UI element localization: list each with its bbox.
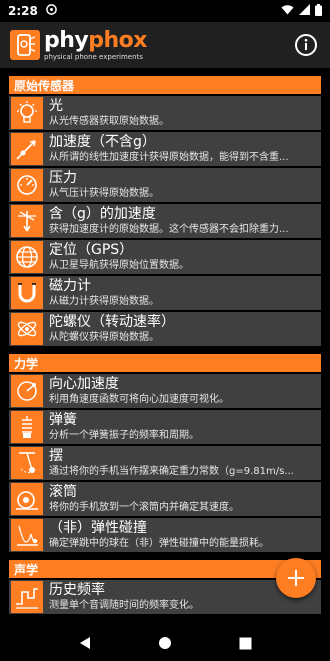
pressure-gauge-icon — [11, 169, 43, 201]
system-nav-bar — [0, 628, 330, 661]
phyphox-logo-icon — [10, 30, 40, 60]
experiment-title: 摆 — [49, 448, 63, 464]
experiment-item[interactable]: 历史频率 测量单个音调随时间的频率变化。 — [9, 580, 321, 614]
experiment-title: 向心加速度 — [49, 376, 119, 392]
experiment-texts: 定位（GPS） 从卫星导航获得原始位置数据。 — [49, 242, 321, 272]
roll-icon — [11, 483, 43, 515]
experiment-title: 压力 — [49, 170, 77, 186]
experiment-description: 确定弹跳中的球在（非）弹性碰撞中的能量损耗。 — [49, 538, 269, 549]
experiment-description: 通过将你的手机当作摆来确定重力常数（g=9.81m/s... — [49, 466, 294, 477]
experiment-title: 弹簧 — [49, 412, 77, 428]
experiment-description: 从陀螺仪获得原始数据。 — [49, 332, 159, 343]
experiment-description: 从气压计获得原始数据。 — [49, 188, 159, 199]
experiment-description: 从光传感器获取原始数据。 — [49, 116, 169, 127]
recents-icon — [239, 637, 252, 650]
spring-icon — [11, 411, 43, 443]
experiment-description: 利用角速度函数可将向心加速度可视化。 — [49, 394, 229, 405]
experiment-title: 光 — [49, 98, 63, 114]
sync-icon — [46, 4, 57, 18]
experiment-item[interactable]: 含（g）的加速度获得加速度计的原始数据。这个传感器不会扣除重力... — [9, 204, 321, 238]
centripetal-icon — [11, 375, 43, 407]
experiment-texts: 压力从气压计获得原始数据。 — [49, 170, 321, 200]
category-header: 原始传感器 — [9, 76, 321, 94]
experiment-title: 定位（GPS） — [49, 242, 134, 258]
experiment-item[interactable]: 弹簧分析一个弹簧振子的频率和周期。 — [9, 410, 321, 444]
plus-icon — [288, 570, 304, 586]
experiment-texts: 光从光传感器获取原始数据。 — [49, 98, 321, 128]
experiment-description: 从所谓的线性加速度计获得原始数据，能得到不含重... — [49, 152, 289, 163]
experiment-item[interactable]: 陀螺仪（转动速率） 从陀螺仪获得原始数据。 — [9, 312, 321, 346]
experiment-description: 从磁力计获得原始数据。 — [49, 296, 159, 307]
experiment-texts: 向心加速度利用角速度函数可将向心加速度可视化。 — [49, 376, 321, 406]
experiment-texts: 摆通过将你的手机当作摆来确定重力常数（g=9.81m/s... — [49, 448, 321, 478]
experiment-texts: 磁力计从磁力计获得原始数据。 — [49, 278, 321, 308]
experiment-title: 滚筒 — [49, 484, 77, 500]
experiment-description: 测量单个音调随时间的频率变化。 — [49, 600, 199, 611]
experiment-item[interactable]: 磁力计从磁力计获得原始数据。 — [9, 276, 321, 310]
experiment-item[interactable]: 光从光传感器获取原始数据。 — [9, 96, 321, 130]
experiment-description: 将你的手机放到一个滚筒内并确定其速度。 — [49, 502, 239, 513]
experiment-item[interactable]: 加速度（不含g） 从所谓的线性加速度计获得原始数据，能得到不含重... — [9, 132, 321, 166]
info-button[interactable] — [294, 33, 318, 57]
category-header: 力学 — [9, 354, 321, 372]
category-section: 原始传感器光从光传感器获取原始数据。加速度（不含g） 从所谓的线性加速度计获得原始… — [9, 76, 321, 346]
experiment-texts: 滚筒将你的手机放到一个滚筒内并确定其速度。 — [49, 484, 321, 514]
experiment-texts: 陀螺仪（转动速率） 从陀螺仪获得原始数据。 — [49, 314, 321, 344]
back-icon — [80, 637, 91, 649]
recents-button[interactable] — [239, 635, 252, 654]
accelerometer-icon — [11, 133, 43, 165]
home-button[interactable] — [158, 635, 172, 654]
app-tagline: physical phone experiments — [44, 52, 143, 61]
app-brand: phyphox physical phone experiments — [44, 27, 147, 61]
frequency-icon — [11, 581, 43, 613]
status-bar: 2:28 — [0, 0, 330, 22]
experiment-list[interactable]: 原始传感器光从光传感器获取原始数据。加速度（不含g） 从所谓的线性加速度计获得原始… — [0, 68, 330, 628]
experiment-title: 磁力计 — [49, 278, 91, 294]
experiment-texts: 含（g）的加速度获得加速度计的原始数据。这个传感器不会扣除重力... — [49, 206, 321, 236]
experiment-item[interactable]: 向心加速度利用角速度函数可将向心加速度可视化。 — [9, 374, 321, 408]
back-button[interactable] — [78, 635, 92, 654]
experiment-item[interactable]: 滚筒将你的手机放到一个滚筒内并确定其速度。 — [9, 482, 321, 516]
app-bar: phyphox physical phone experiments — [0, 22, 330, 68]
status-time: 2:28 — [8, 4, 38, 18]
experiment-description: 获得加速度计的原始数据。这个传感器不会扣除重力... — [49, 224, 289, 235]
experiment-description: 分析一个弹簧振子的频率和周期。 — [49, 430, 199, 441]
gravity-accelerometer-icon — [11, 205, 43, 237]
category-section: 力学向心加速度利用角速度函数可将向心加速度可视化。弹簧分析一个弹簧振子的频率和周… — [9, 354, 321, 552]
category-section: 声学历史频率 测量单个音调随时间的频率变化。 — [9, 560, 321, 614]
experiment-title: （非）弹性碰撞 — [49, 520, 147, 536]
app-name: phyphox — [44, 27, 147, 53]
experiment-texts: （非）弹性碰撞确定弹跳中的球在（非）弹性碰撞中的能量损耗。 — [49, 520, 321, 550]
globe-icon — [11, 241, 43, 273]
light-bulb-icon — [11, 97, 43, 129]
wifi-icon — [281, 4, 294, 18]
experiment-item[interactable]: （非）弹性碰撞确定弹跳中的球在（非）弹性碰撞中的能量损耗。 — [9, 518, 321, 552]
battery-icon — [315, 3, 322, 19]
signal-icon — [299, 4, 310, 18]
add-experiment-button[interactable] — [276, 558, 316, 598]
experiment-item[interactable]: 定位（GPS） 从卫星导航获得原始位置数据。 — [9, 240, 321, 274]
collision-icon — [11, 519, 43, 551]
experiment-description: 从卫星导航获得原始位置数据。 — [49, 260, 189, 271]
home-icon — [159, 637, 172, 649]
experiment-title: 含（g）的加速度 — [49, 206, 156, 222]
experiment-title: 加速度（不含g） — [49, 134, 156, 150]
experiment-title: 陀螺仪（转动速率） — [49, 314, 175, 330]
info-icon — [295, 34, 317, 56]
pendulum-icon — [11, 447, 43, 479]
experiment-texts: 加速度（不含g） 从所谓的线性加速度计获得原始数据，能得到不含重... — [49, 134, 321, 164]
experiment-item[interactable]: 摆通过将你的手机当作摆来确定重力常数（g=9.81m/s... — [9, 446, 321, 480]
category-header: 声学 — [9, 560, 321, 578]
gyroscope-icon — [11, 313, 43, 345]
experiment-item[interactable]: 压力从气压计获得原始数据。 — [9, 168, 321, 202]
magnet-icon — [11, 277, 43, 309]
experiment-texts: 弹簧分析一个弹簧振子的频率和周期。 — [49, 412, 321, 442]
